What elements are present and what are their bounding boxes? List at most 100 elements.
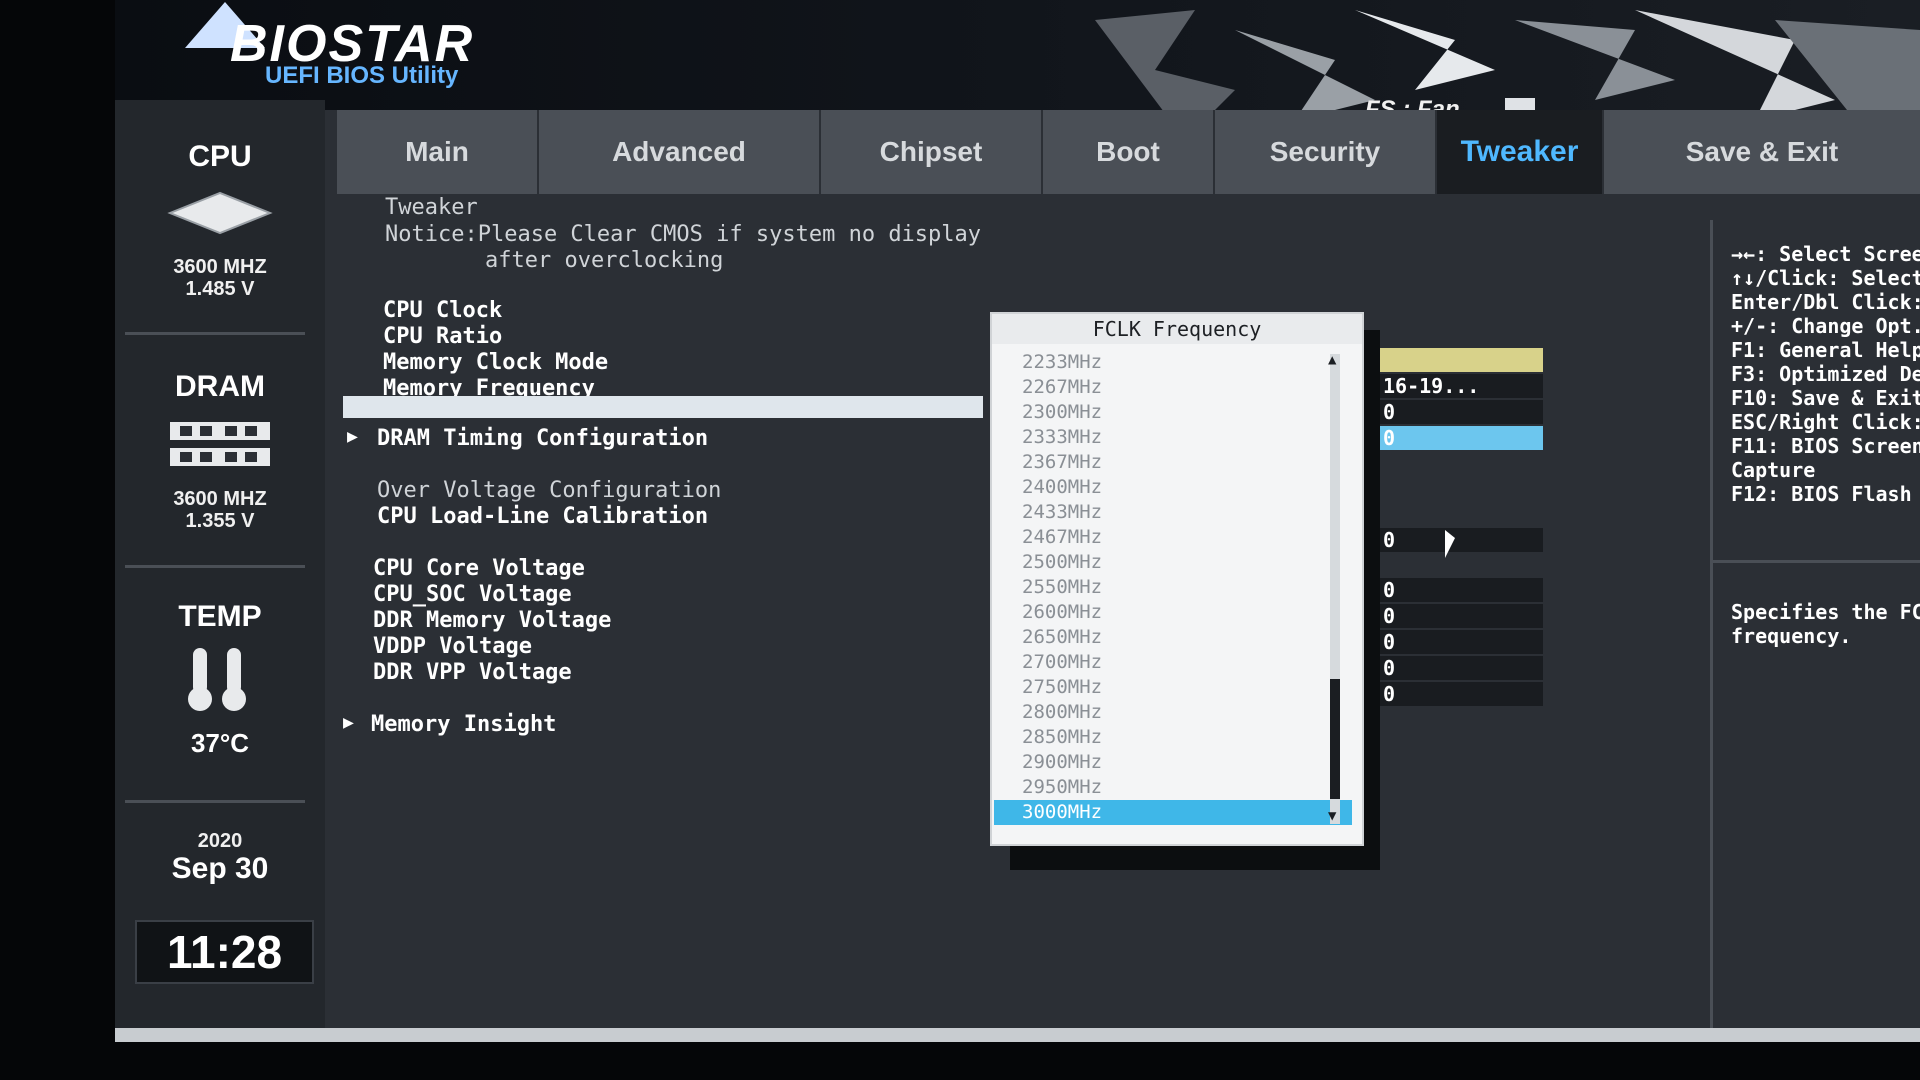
menu-item-ddr-memory-voltage[interactable]: DDR Memory Voltage <box>373 608 611 633</box>
value-ddr-memory-voltage[interactable]: 0 <box>1375 630 1543 654</box>
dram-title: DRAM <box>175 370 265 403</box>
value-cpu-soc-voltage[interactable]: 0 <box>1375 604 1543 628</box>
temp-block: TEMP 37°C <box>115 600 325 759</box>
help-line: F3: Optimized Defaults <box>1731 362 1920 386</box>
help-line: F11: BIOS Screen <box>1731 434 1920 458</box>
dropdown-option[interactable]: 2950MHz <box>1022 775 1322 800</box>
fclk-frequency-dropdown[interactable]: FCLK Frequency 2233MHz 2267MHz 2300MHz 2… <box>990 312 1364 846</box>
dram-voltage: 1.355 V <box>185 510 255 532</box>
notice-line-1: Notice:Please Clear CMOS if system no di… <box>385 222 982 247</box>
tab-advanced[interactable]: Advanced <box>539 110 821 194</box>
value-memory-clock-mode[interactable]: 16-19... <box>1375 374 1543 398</box>
dropdown-option-selected[interactable]: 3000MHz <box>994 800 1352 825</box>
submenu-arrow-icon: ▶ <box>343 712 354 733</box>
dropdown-title: FCLK Frequency <box>992 314 1362 344</box>
status-sidebar: CPU 3600 MHZ 1.485 V DRAM 3600 MHZ 1.355… <box>115 100 325 1040</box>
cpu-block: CPU 3600 MHZ 1.485 V <box>115 140 325 300</box>
menu-item-cpu-llc[interactable]: CPU Load-Line Calibration <box>377 504 708 529</box>
menu-item-vddp-voltage[interactable]: VDDP Voltage <box>373 634 532 659</box>
value-cpu-ratio[interactable] <box>1375 348 1543 372</box>
menu-item-cpu-clock[interactable]: CPU Clock <box>383 298 502 323</box>
tab-boot[interactable]: Boot <box>1043 110 1215 194</box>
menu-item-memory-clock-mode[interactable]: Memory Clock Mode <box>383 350 608 375</box>
screen-bottom-edge <box>115 1028 1920 1042</box>
dropdown-option[interactable]: 2467MHz <box>1022 525 1322 550</box>
dropdown-option[interactable]: 2400MHz <box>1022 475 1322 500</box>
dropdown-option[interactable]: 2233MHz <box>1022 350 1322 375</box>
selected-row-highlight[interactable] <box>343 396 983 418</box>
help-line: +/-: Change Opt. <box>1731 314 1920 338</box>
dropdown-option[interactable]: 2367MHz <box>1022 450 1322 475</box>
value-memory-frequency[interactable]: 0 <box>1375 400 1543 424</box>
notice-line-2: after overclocking <box>485 248 724 273</box>
tab-bar: Main Advanced Chipset Boot Security Twea… <box>337 110 1920 194</box>
tab-save-exit[interactable]: Save & Exit <box>1604 110 1920 194</box>
divider <box>125 800 305 803</box>
help-line: F1: General Help <box>1731 338 1920 362</box>
value-vddp-voltage[interactable]: 0 <box>1375 656 1543 680</box>
help-description: frequency. <box>1731 624 1852 648</box>
dram-block: DRAM 3600 MHZ 1.355 V <box>115 370 325 532</box>
bios-screen: BIOSTAR UEFI BIOS Utility FS : Fan CPU 3… <box>115 0 1920 1040</box>
menu-item-cpu-soc-voltage[interactable]: CPU_SOC Voltage <box>373 582 572 607</box>
dropdown-option[interactable]: 2800MHz <box>1022 700 1322 725</box>
scrollbar-thumb[interactable] <box>1330 679 1340 799</box>
thermometer-icon <box>188 648 246 711</box>
tab-security[interactable]: Security <box>1215 110 1437 194</box>
cpu-chip-icon <box>167 191 273 235</box>
menu-item-cpu-core-voltage[interactable]: CPU Core Voltage <box>373 556 585 581</box>
help-line: Capture <box>1731 458 1816 482</box>
menu-item-dram-timing[interactable]: DRAM Timing Configuration <box>377 426 708 451</box>
mouse-cursor-icon <box>1445 530 1455 558</box>
help-line: →←: Select Screen <box>1731 242 1920 266</box>
dropdown-option[interactable]: 2433MHz <box>1022 500 1322 525</box>
dropdown-option[interactable]: 2650MHz <box>1022 625 1322 650</box>
header: BIOSTAR UEFI BIOS Utility FS : Fan <box>115 0 1920 140</box>
help-line: F12: BIOS Flash <box>1731 482 1912 506</box>
tab-main[interactable]: Main <box>337 110 539 194</box>
divider <box>1713 560 1920 563</box>
menu-item-cpu-ratio[interactable]: CPU Ratio <box>383 324 502 349</box>
help-description: Specifies the FCLK <box>1731 600 1920 624</box>
value-ddr-vpp-voltage[interactable]: 0 <box>1375 682 1543 706</box>
dropdown-option[interactable]: 2267MHz <box>1022 375 1322 400</box>
dropdown-option[interactable]: 2550MHz <box>1022 575 1322 600</box>
date-year: 2020 <box>197 830 243 852</box>
dropdown-option[interactable]: 2300MHz <box>1022 400 1322 425</box>
dram-module-icon <box>170 422 270 466</box>
cpu-frequency: 3600 MHZ <box>173 256 267 278</box>
scroll-up-icon[interactable]: ▲ <box>1328 352 1336 368</box>
help-line: ESC/Right Click: Exit <box>1731 410 1920 434</box>
help-line: ↑↓/Click: Select Item <box>1731 266 1920 290</box>
tab-chipset[interactable]: Chipset <box>821 110 1043 194</box>
clock-display: 11:28 <box>135 920 314 984</box>
dropdown-option[interactable]: 2900MHz <box>1022 750 1322 775</box>
dropdown-option[interactable]: 2700MHz <box>1022 650 1322 675</box>
dropdown-option[interactable]: 2333MHz <box>1022 425 1322 450</box>
dram-frequency: 3600 MHZ <box>173 488 267 510</box>
date-month-day: Sep 30 <box>171 852 269 885</box>
divider <box>125 332 305 335</box>
cpu-title: CPU <box>188 140 252 173</box>
dropdown-option[interactable]: 2600MHz <box>1022 600 1322 625</box>
help-line: F10: Save & Exit <box>1731 386 1920 410</box>
dropdown-option[interactable]: 2750MHz <box>1022 675 1322 700</box>
value-fclk-frequency[interactable]: 0 <box>1375 426 1543 450</box>
date-block: 2020 Sep 30 <box>115 830 325 886</box>
dropdown-option[interactable]: 2500MHz <box>1022 550 1322 575</box>
menu-item-ddr-vpp-voltage[interactable]: DDR VPP Voltage <box>373 660 572 685</box>
dropdown-scrollbar[interactable] <box>1330 354 1340 824</box>
menu-item-over-voltage: Over Voltage Configuration <box>377 478 722 503</box>
section-title: Tweaker <box>385 195 478 220</box>
value-cpu-core-voltage[interactable]: 0 <box>1375 578 1543 602</box>
scroll-down-icon[interactable]: ▼ <box>1328 808 1336 824</box>
value-cpu-llc[interactable]: 0 <box>1375 528 1543 552</box>
submenu-arrow-icon: ▶ <box>347 426 358 447</box>
dropdown-option[interactable]: 2850MHz <box>1022 725 1322 750</box>
temp-title: TEMP <box>178 600 262 633</box>
cpu-voltage: 1.485 V <box>185 278 255 300</box>
tab-tweaker[interactable]: Tweaker <box>1437 110 1604 194</box>
help-line: Enter/Dbl Click: Select <box>1731 290 1920 314</box>
brand-subtitle: UEFI BIOS Utility <box>265 62 459 89</box>
menu-item-memory-insight[interactable]: Memory Insight <box>371 712 556 737</box>
